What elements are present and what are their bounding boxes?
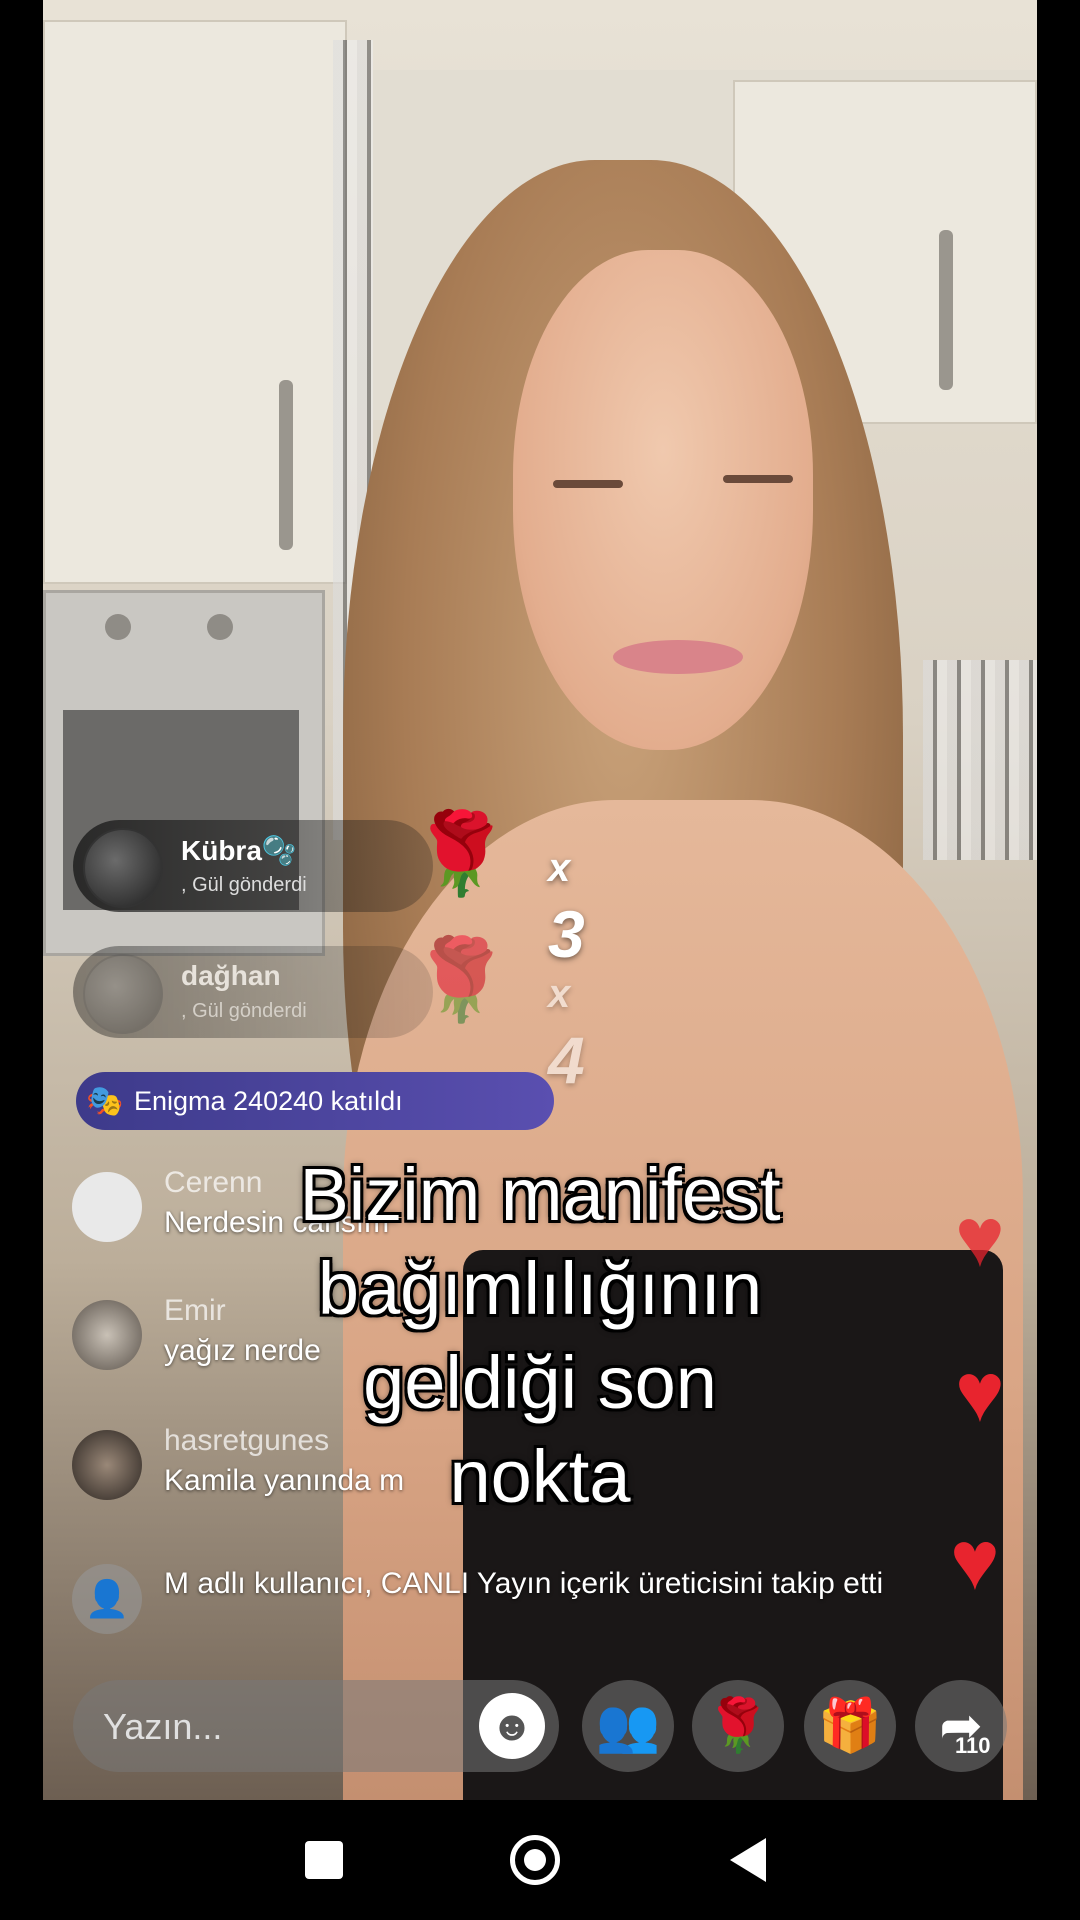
multi-guest-icon: 👥 (595, 1697, 661, 1755)
rose-gift-button[interactable]: 🌹 (692, 1680, 784, 1772)
comment-username[interactable]: Emir (164, 1294, 226, 1328)
gift-action: , Gül gönderdi (181, 1000, 307, 1022)
guest-join-button[interactable]: 👥 (582, 1680, 674, 1772)
gift-count: x 4 (548, 972, 585, 1097)
home-button[interactable] (510, 1835, 560, 1885)
rose-icon: 🌹 (705, 1697, 771, 1755)
cabinet-handle-right (939, 230, 953, 390)
mosaic-tiles-right (923, 660, 1037, 860)
person-lips (613, 640, 743, 674)
gift-username: Kübra🫧 (181, 835, 297, 866)
emoji-icon[interactable]: ☻ (479, 1693, 545, 1759)
avatar[interactable] (72, 1300, 142, 1370)
person-eye (553, 480, 623, 488)
avatar[interactable] (83, 954, 163, 1034)
oven-knob (207, 614, 233, 640)
cabinet-handle (279, 380, 293, 550)
join-text: Enigma 240240 katıldı (134, 1085, 403, 1116)
gift-notification[interactable]: Kübra🫧 , Gül gönderdi 🌹 x 3 (73, 814, 585, 971)
avatar[interactable] (72, 1172, 142, 1242)
system-navigation-bar (0, 1800, 1080, 1920)
follow-notice-text: M adlı kullanıcı, CANLI Yayın içerik üre… (164, 1567, 884, 1600)
avatar[interactable] (72, 1430, 142, 1500)
recents-button[interactable] (305, 1841, 343, 1879)
gift-button[interactable]: 🎁 (804, 1680, 896, 1772)
join-banner: 🎭 Enigma 240240 katıldı (76, 1072, 554, 1130)
heart-icon: ♥ (950, 1513, 1000, 1607)
video-caption: Bizim manifest bağımlılığının geldiği so… (299, 1153, 781, 1518)
mask-icon: 🎭 (86, 1084, 124, 1118)
kitchen-cabinet-left (43, 20, 347, 584)
gift-icon: 🎁 (817, 1697, 883, 1755)
comment-input[interactable]: Yazın... ☻ (73, 1680, 559, 1772)
share-count: 110 (955, 1733, 991, 1758)
comment-input-placeholder: Yazın... (103, 1706, 223, 1747)
avatar[interactable] (83, 828, 163, 908)
back-button[interactable] (730, 1838, 766, 1882)
gift-username: dağhan (181, 960, 281, 991)
person-face (513, 250, 813, 750)
rose-icon: 🌹 (411, 809, 511, 898)
follow-user-icon: 👤 (72, 1564, 142, 1634)
heart-icon: ♥ (955, 1345, 1005, 1439)
person-eye (723, 475, 793, 483)
gift-action: , Gül gönderdi (181, 874, 307, 896)
heart-icon: ♥ (955, 1190, 1005, 1284)
gift-notification[interactable]: dağhan , Gül gönderdi 🌹 x 4 (73, 940, 585, 1097)
rose-icon: 🌹 (411, 935, 511, 1024)
oven-knob (105, 614, 131, 640)
